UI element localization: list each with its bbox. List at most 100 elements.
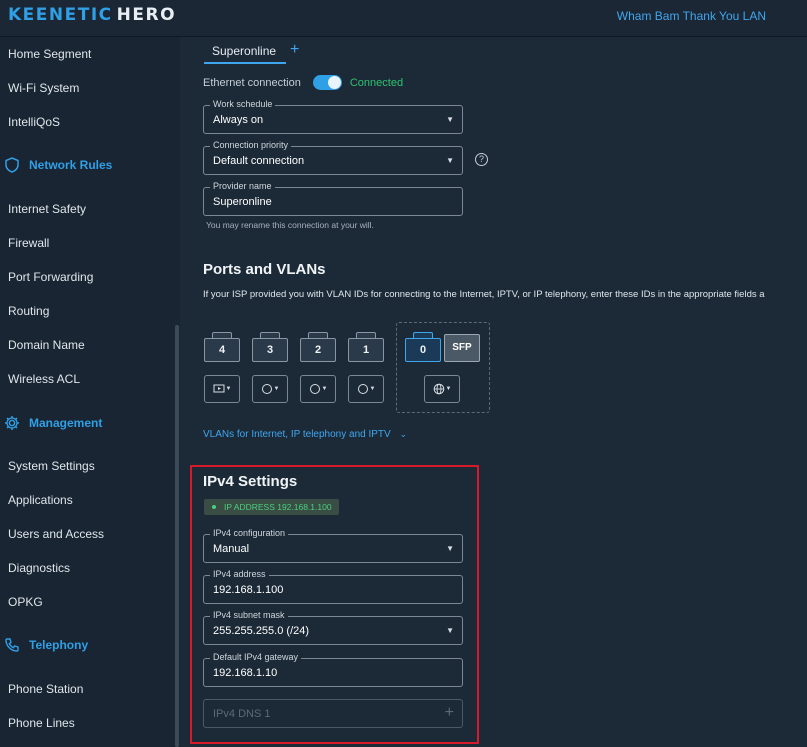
- chevron-down-icon: ▼: [446, 156, 454, 165]
- sidebar-section-management[interactable]: Management: [4, 415, 102, 431]
- gear-icon: [5, 416, 19, 430]
- wan-port-role-select[interactable]: ▼: [424, 375, 460, 403]
- logo-brand: KEENETIC: [8, 5, 113, 25]
- sidebar-item-system-settings[interactable]: System Settings: [8, 459, 95, 473]
- sidebar-section-label: Management: [29, 416, 103, 430]
- sidebar-item-routing[interactable]: Routing: [8, 304, 49, 318]
- connection-priority-value: Default connection: [213, 155, 305, 167]
- sidebar-item-diagnostics[interactable]: Diagnostics: [8, 561, 70, 575]
- sidebar-section-label: Network Rules: [29, 158, 113, 172]
- sidebar-item-port-forwarding[interactable]: Port Forwarding: [8, 270, 93, 284]
- circle-icon: [357, 384, 368, 394]
- chevron-down-icon: ▼: [446, 626, 454, 635]
- port-2-role-select[interactable]: ▼: [300, 375, 336, 403]
- sidebar-item-wifi-system[interactable]: Wi-Fi System: [8, 81, 79, 95]
- port-2[interactable]: 2: [300, 332, 336, 362]
- sidebar-item-phone-lines[interactable]: Phone Lines: [8, 716, 75, 730]
- default-gateway-input[interactable]: Default IPv4 gateway 192.168.1.10: [203, 652, 463, 687]
- sidebar-item-opkg[interactable]: OPKG: [8, 595, 43, 609]
- sidebar-item-home-segment[interactable]: Home Segment: [8, 47, 91, 61]
- vlans-link-label: VLANs for Internet, IP telephony and IPT…: [203, 429, 391, 440]
- sidebar-item-internet-safety[interactable]: Internet Safety: [8, 202, 86, 216]
- provider-name-input[interactable]: Provider name Superonline: [203, 181, 463, 216]
- work-schedule-value: Always on: [213, 114, 264, 126]
- ipv4-address-label: IPv4 address: [210, 569, 269, 579]
- sidebar-item-phone-station[interactable]: Phone Station: [8, 682, 83, 696]
- port-3[interactable]: 3: [252, 332, 288, 362]
- ipv4-subnet-mask-label: IPv4 subnet mask: [210, 610, 288, 620]
- tab-superonline[interactable]: Superonline: [204, 40, 286, 64]
- ip-address-badge: IP ADDRESS 192.168.1.100: [204, 499, 339, 515]
- ports-vlans-description: If your ISP provided you with VLAN IDs f…: [203, 289, 765, 300]
- phone-icon: [5, 638, 19, 652]
- plus-icon[interactable]: +: [445, 704, 454, 722]
- chevron-down-icon: ▼: [445, 386, 452, 392]
- vlans-expand-link[interactable]: VLANs for Internet, IP telephony and IPT…: [203, 429, 407, 440]
- connection-priority-label: Connection priority: [210, 140, 292, 150]
- top-bar: KEENETIC HERO Wham Bam Thank You LAN: [0, 0, 807, 37]
- port-4-role-select[interactable]: ▼: [204, 375, 240, 403]
- ipv4-subnet-mask-value: 255.255.255.0 (/24): [213, 625, 310, 637]
- ethernet-connection-toggle[interactable]: [312, 75, 342, 90]
- port-number: 2: [314, 344, 322, 356]
- ipv4-configuration-label: IPv4 configuration: [210, 528, 289, 538]
- ipv4-subnet-mask-select[interactable]: IPv4 subnet mask 255.255.255.0 (/24) ▼: [203, 610, 463, 645]
- logo-model: HERO: [116, 5, 177, 25]
- sidebar-item-firewall[interactable]: Firewall: [8, 236, 49, 250]
- port-4[interactable]: 4: [204, 332, 240, 362]
- default-gateway-value: 192.168.1.10: [213, 667, 278, 679]
- provider-name-hint: You may rename this connection at your w…: [206, 220, 374, 230]
- default-gateway-label: Default IPv4 gateway: [210, 652, 302, 662]
- chevron-down-icon: ▼: [369, 386, 376, 392]
- circle-icon: [309, 384, 320, 394]
- shield-icon: [5, 157, 19, 173]
- ipv4-settings-heading: IPv4 Settings: [203, 473, 298, 490]
- ipv4-address-value: 192.168.1.100: [213, 584, 284, 596]
- sidebar-item-intelliqos[interactable]: IntelliQoS: [8, 115, 60, 129]
- sidebar-item-wireless-acl[interactable]: Wireless ACL: [8, 372, 80, 386]
- ipv4-configuration-select[interactable]: IPv4 configuration Manual ▼: [203, 528, 463, 563]
- sfp-port[interactable]: SFP: [444, 334, 480, 362]
- chevron-down-icon: ⌄: [399, 429, 408, 439]
- port-0-wan[interactable]: 0: [405, 332, 441, 362]
- sidebar-item-domain-name[interactable]: Domain Name: [8, 338, 85, 352]
- port-number: 4: [218, 344, 226, 356]
- ipv4-dns-1-input[interactable]: IPv4 DNS 1 +: [203, 699, 463, 728]
- provider-name-label: Provider name: [210, 181, 275, 191]
- ipv4-address-input[interactable]: IPv4 address 192.168.1.100: [203, 569, 463, 604]
- chevron-down-icon: ▼: [446, 115, 454, 124]
- add-connection-button[interactable]: +: [290, 41, 299, 59]
- port-1[interactable]: 1: [348, 332, 384, 362]
- ipv4-dns-1-placeholder: IPv4 DNS 1: [213, 708, 271, 720]
- chevron-down-icon: ▼: [225, 386, 232, 392]
- main-content: Superonline + Ethernet connection Connec…: [180, 37, 807, 747]
- tv-icon: [213, 384, 225, 393]
- chevron-down-icon: ▼: [446, 544, 454, 553]
- sidebar-section-label: Telephony: [29, 638, 89, 652]
- provider-name-value: Superonline: [213, 196, 272, 208]
- connection-status: Connected: [349, 76, 404, 89]
- ethernet-connection-row: Ethernet connection Connected: [203, 75, 403, 90]
- connection-priority-select[interactable]: Connection priority Default connection ▼: [203, 140, 463, 175]
- port-number: 1: [362, 344, 370, 356]
- port-3-role-select[interactable]: ▼: [252, 375, 288, 403]
- network-name-link[interactable]: Wham Bam Thank You LAN: [617, 9, 766, 23]
- work-schedule-select[interactable]: Work schedule Always on ▼: [203, 99, 463, 134]
- sidebar-scrollbar[interactable]: [175, 325, 179, 747]
- chevron-down-icon: ▼: [273, 386, 280, 392]
- work-schedule-label: Work schedule: [210, 99, 276, 109]
- port-number: 3: [266, 344, 274, 356]
- globe-icon: [433, 383, 444, 395]
- ethernet-connection-label: Ethernet connection: [203, 76, 301, 89]
- sidebar-section-telephony[interactable]: Telephony: [4, 637, 88, 653]
- port-number: 0: [419, 344, 427, 356]
- port-1-role-select[interactable]: ▼: [348, 375, 384, 403]
- ipv4-configuration-value: Manual: [213, 543, 250, 555]
- circle-icon: [261, 384, 272, 394]
- sidebar-item-users-and-access[interactable]: Users and Access: [8, 527, 104, 541]
- chevron-down-icon: ▼: [321, 386, 328, 392]
- sidebar-item-applications[interactable]: Applications: [8, 493, 73, 507]
- keenetic-logo[interactable]: KEENETIC HERO: [8, 5, 176, 25]
- sidebar-section-network-rules[interactable]: Network Rules: [4, 157, 112, 173]
- help-icon[interactable]: ?: [475, 153, 488, 166]
